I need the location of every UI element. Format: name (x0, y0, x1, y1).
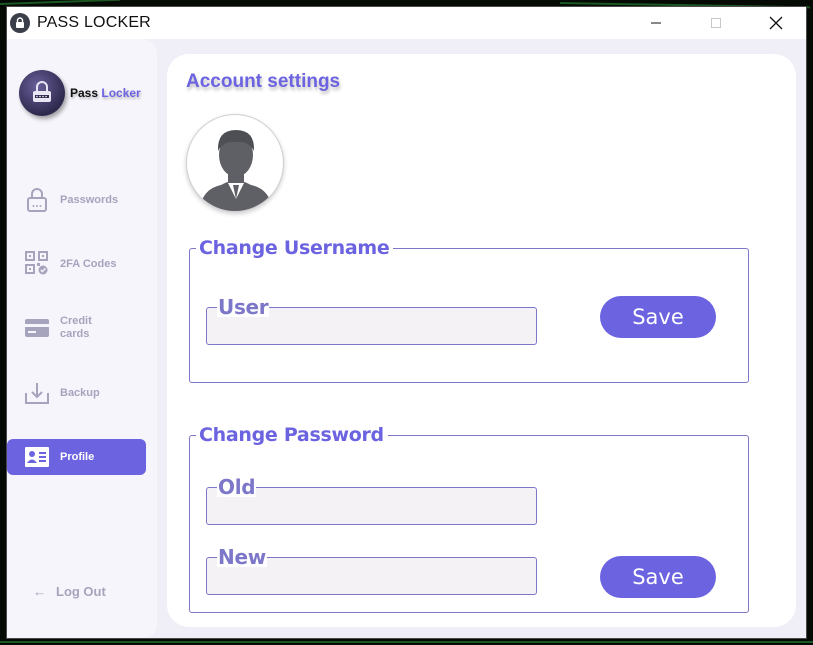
account-settings-panel: Account settings Change Username User Sa… (167, 54, 796, 627)
pass-locker-logo-icon (19, 70, 65, 116)
sidebar: Pass Locker Passwords 2FA Codes Credit c… (7, 39, 157, 638)
page-title: Account settings (186, 71, 341, 92)
username-field: User (206, 297, 537, 345)
close-icon (769, 16, 783, 30)
new-password-field: New (206, 547, 537, 595)
window-title: PASS LOCKER (37, 14, 151, 31)
brand-name-locker: Locker (101, 86, 141, 100)
desktop-background (0, 0, 120, 5)
minimize-button[interactable] (626, 7, 686, 39)
change-password-title: Change Password (199, 424, 384, 446)
credit-card-icon (24, 315, 50, 341)
sidebar-item-credit-cards[interactable]: Credit cards (7, 310, 146, 346)
sidebar-item-label: 2FA Codes (60, 257, 117, 270)
sidebar-item-2fa-codes[interactable]: 2FA Codes (7, 246, 146, 282)
profile-card-icon (24, 444, 50, 470)
brand-name-pass: Pass (70, 86, 99, 100)
old-password-label: Old (217, 475, 257, 499)
app-icon (10, 13, 30, 33)
user-avatar-icon (199, 130, 273, 211)
logout-label: Log Out (56, 584, 106, 599)
app-window: PASS LOCKER Pass Locker Passwords 2FA Co… (6, 6, 807, 639)
maximize-button[interactable] (686, 7, 746, 39)
close-button[interactable] (746, 7, 806, 39)
user-avatar[interactable] (186, 114, 284, 212)
change-password-section: Change Password Old New Save (189, 424, 749, 613)
arrow-left-icon: ← (33, 584, 46, 599)
desktop-background-streak (0, 641, 813, 643)
brand-logo: Pass Locker (19, 70, 141, 116)
save-password-button[interactable]: Save (600, 556, 716, 598)
sidebar-item-label: Credit cards (60, 315, 92, 340)
sidebar-item-backup[interactable]: Backup (7, 375, 146, 411)
username-input[interactable] (213, 319, 531, 339)
sidebar-item-label: Profile (60, 450, 95, 463)
sidebar-item-label: Passwords (60, 193, 119, 206)
sidebar-item-label: Backup (60, 386, 100, 399)
change-username-title: Change Username (199, 237, 390, 259)
lock-icon (24, 187, 50, 213)
new-password-label: New (217, 545, 267, 569)
title-bar: PASS LOCKER (7, 7, 806, 39)
minimize-icon (651, 22, 661, 24)
download-icon (24, 380, 50, 406)
old-password-field: Old (206, 477, 537, 525)
sidebar-item-passwords[interactable]: Passwords (7, 182, 146, 218)
window-controls (626, 7, 806, 39)
new-password-input[interactable] (213, 569, 531, 589)
qr-code-icon (24, 251, 50, 277)
maximize-icon (711, 18, 721, 28)
brand-name: Pass Locker (70, 86, 141, 100)
sidebar-item-profile[interactable]: Profile (7, 439, 146, 475)
change-username-section: Change Username User Save (189, 237, 749, 383)
old-password-input[interactable] (213, 499, 531, 519)
logout-button[interactable]: ← Log Out (33, 584, 106, 599)
save-username-button[interactable]: Save (600, 296, 716, 338)
username-label: User (217, 295, 270, 319)
